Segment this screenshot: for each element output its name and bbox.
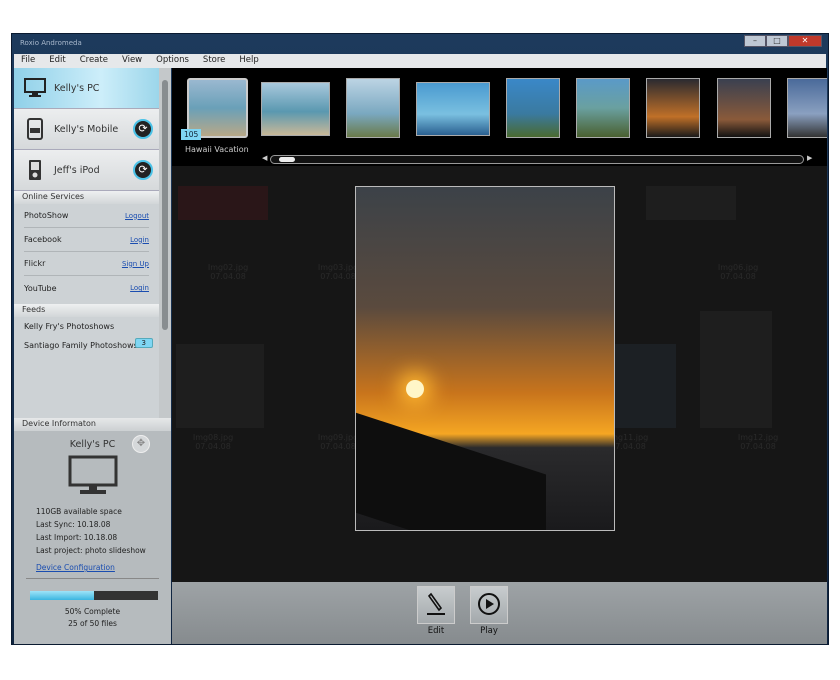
device-info-panel: Device Informaton Kelly's PC ✥ 110GB ava… [14,418,171,644]
scroll-left-arrow[interactable]: ◀ [262,154,267,162]
device-kellys-mobile[interactable]: Kelly's Mobile ⟳ [14,109,159,150]
device-configuration-link[interactable]: Device Configuration [36,563,115,572]
photo-thumbnail[interactable] [717,78,771,138]
photo-thumbnail[interactable] [787,78,827,138]
progress-text: 50% Complete [64,607,121,616]
filmstrip-scrollbar[interactable] [270,155,804,164]
scrollbar-thumb[interactable] [162,80,168,330]
photo-thumbnail[interactable] [576,78,630,138]
main-area: Img02.jpg 07.04.08 Img03.jpg 07.04.08 Img0… [172,68,827,644]
feed-count-badge: 3 [134,338,153,348]
menu-view[interactable]: View [115,54,149,68]
menu-file[interactable]: File [14,54,42,68]
available-space: 110GB available space [36,507,122,516]
files-text: 25 of 50 files [68,619,117,628]
album-name: Hawaii Vacation [185,145,249,154]
device-kellys-pc[interactable]: Kelly's PC [14,68,159,109]
filmstrip-scroll-thumb[interactable] [279,157,295,162]
app-window: Roxio Andromeda – □ ✕ File Edit Create V… [11,33,829,645]
usb-icon[interactable]: ✥ [132,435,150,453]
feed-item[interactable]: Kelly Fry's Photoshows [14,317,159,336]
service-flickr: Flickr Sign Up [24,252,149,276]
menu-bar: File Edit Create View Options Store Help [14,54,826,68]
progress-bar [30,591,158,600]
pencil-icon [425,591,447,620]
device-label: Jeff's iPod [54,164,100,176]
device-label: Kelly's Mobile [54,123,119,135]
facebook-login-link[interactable]: Login [130,236,149,244]
sync-icon[interactable]: ⟳ [133,119,153,139]
flickr-signup-link[interactable]: Sign Up [122,260,149,268]
device-info-header: Device Informaton [14,418,171,431]
menu-help[interactable]: Help [232,54,265,68]
grid-item[interactable]: Img02.jpg 07.04.08 [172,263,284,281]
photo-thumbnail[interactable] [346,78,400,138]
grid-item[interactable]: Img12.jpg 07.04.08 [702,433,814,451]
bottom-toolbar: Edit Play [172,582,827,644]
feeds-header: Feeds [14,304,159,317]
photoshow-logout-link[interactable]: Logout [125,212,149,220]
feed-item[interactable]: Santiago Family Photoshows 3 [14,336,159,355]
last-import: Last Import: 10.18.08 [36,533,118,542]
device-jeffs-ipod[interactable]: Jeff's iPod ⟳ [14,150,159,191]
progress-fill [30,591,94,600]
scroll-right-arrow[interactable]: ▶ [807,154,812,162]
device-label: Kelly's PC [54,82,100,94]
menu-options[interactable]: Options [149,54,196,68]
close-button[interactable]: ✕ [788,35,822,47]
menu-store[interactable]: Store [196,54,232,68]
album-count-badge: 105 [181,129,202,140]
play-icon [477,592,501,619]
maximize-button[interactable]: □ [766,35,788,47]
sync-icon[interactable]: ⟳ [133,160,153,180]
menu-edit[interactable]: Edit [42,54,72,68]
sidebar-scrollbar[interactable] [159,68,171,418]
service-facebook: Facebook Login [24,228,149,252]
online-services-header: Online Services [14,191,159,204]
last-sync: Last Sync: 10.18.08 [36,520,111,529]
ipod-icon [24,160,46,180]
photo-thumbnail[interactable] [261,82,330,136]
mobile-icon [24,118,46,140]
service-photoshow: PhotoShow Logout [24,204,149,228]
sidebar: Kelly's PC Kelly's Mobile ⟳ Jeff's iPod … [14,68,171,644]
youtube-login-link[interactable]: Login [130,284,149,292]
window-title: Roxio Andromeda [20,39,82,47]
photo-preview[interactable] [355,186,615,531]
grid-item[interactable]: Img06.jpg 07.04.08 [682,263,794,281]
monitor-icon [24,78,46,98]
photo-thumbnail[interactable] [506,78,560,138]
play-button[interactable]: Play [470,586,508,636]
monitor-icon [68,455,118,499]
menu-create[interactable]: Create [73,54,115,68]
sun [406,380,424,398]
edit-button[interactable]: Edit [417,586,455,636]
pier-silhouette [356,409,546,530]
photo-thumbnail[interactable] [416,82,490,136]
last-project: Last project: photo slideshow [36,546,146,555]
service-youtube: YouTube Login [24,283,149,293]
grid-item[interactable]: Img08.jpg 07.04.08 [172,433,269,451]
photo-thumbnail[interactable] [646,78,700,138]
minimize-button[interactable]: – [744,35,766,47]
filmstrip: 105 Hawaii Vacation ◀ ▶ [172,68,827,166]
